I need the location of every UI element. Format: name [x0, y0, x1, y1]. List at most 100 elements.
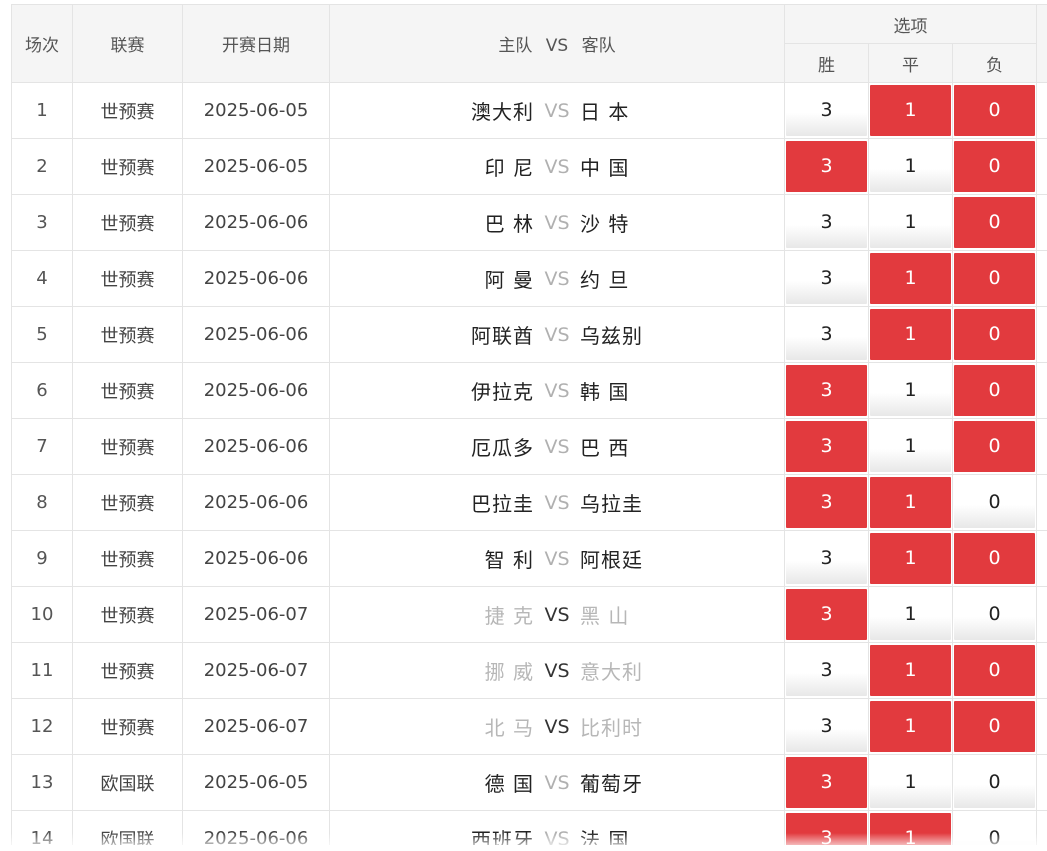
option-win-button[interactable]: 3: [786, 757, 867, 808]
away-team: 沙 特: [580, 212, 630, 236]
option-lose-button[interactable]: 0: [954, 421, 1036, 472]
option-lose-button[interactable]: 0: [954, 141, 1036, 192]
option-win-button[interactable]: 3: [786, 701, 867, 752]
match-date: 2025-06-05: [182, 754, 330, 811]
option-win-cell: 3: [784, 698, 869, 755]
option-draw-button[interactable]: 1: [870, 309, 951, 360]
match-league: 世预赛: [72, 250, 183, 307]
option-win-button[interactable]: 3: [786, 197, 867, 248]
option-draw-cell: 1: [868, 586, 953, 643]
option-lose-button[interactable]: 0: [954, 757, 1036, 808]
option-draw-button[interactable]: 1: [870, 645, 951, 696]
option-win-button[interactable]: 3: [786, 141, 867, 192]
vs-label: VS: [544, 659, 570, 682]
option-draw-button[interactable]: 1: [870, 421, 951, 472]
option-draw-button[interactable]: 1: [870, 701, 951, 752]
option-draw-button[interactable]: 1: [870, 197, 951, 248]
option-lose-button[interactable]: 0: [954, 309, 1036, 360]
option-win-button[interactable]: 3: [786, 85, 867, 136]
match-row: 9 世预赛 2025-06-06 智 利 VS 阿根廷 3 1 0: [11, 530, 1047, 587]
option-draw-cell: 1: [868, 530, 953, 587]
match-table: 场次 联赛 开赛日期 主队 VS 客队 选项 胜 平 负 1 世预赛 2025-06…: [11, 4, 1047, 845]
vs-label: VS: [544, 211, 570, 234]
match-league: 世预赛: [72, 530, 183, 587]
home-team: 澳大利: [471, 100, 534, 124]
match-date: 2025-06-06: [182, 194, 330, 251]
option-lose-button[interactable]: 0: [954, 365, 1036, 416]
option-draw-button[interactable]: 1: [870, 85, 951, 136]
option-draw-button[interactable]: 1: [870, 477, 951, 528]
option-lose-cell: 0: [951, 698, 1038, 755]
option-lose-button[interactable]: 0: [954, 533, 1036, 584]
option-win-button[interactable]: 3: [786, 813, 867, 845]
match-row: 3 世预赛 2025-06-06 巴 林 VS 沙 特310: [11, 194, 1047, 251]
option-lose-cell: 0: [951, 810, 1038, 845]
home-team: 巴拉圭: [471, 492, 534, 516]
option-lose-button[interactable]: 0: [954, 813, 1036, 845]
away-team: 韩 国: [580, 380, 630, 404]
option-draw-button[interactable]: 1: [870, 141, 951, 192]
match-league: 世预赛: [72, 586, 183, 643]
match-row: 8 世预赛 2025-06-06 巴拉圭 VS 乌拉圭 3 1 0: [11, 474, 1047, 531]
away-team: 葡萄牙: [580, 772, 643, 796]
option-draw-cell: 1: [868, 474, 953, 531]
away-team: 日 本: [580, 100, 630, 124]
option-draw-button[interactable]: 1: [870, 365, 951, 416]
option-win-cell: 3: [784, 810, 869, 845]
option-draw-button[interactable]: 1: [870, 813, 951, 845]
extra-cell: [1036, 474, 1047, 531]
option-draw-button[interactable]: 1: [870, 757, 951, 808]
option-win-button[interactable]: 3: [786, 421, 867, 472]
header-row: 场次 联赛 开赛日期 主队 VS 客队 选项: [11, 4, 1047, 83]
option-win-button[interactable]: 3: [786, 309, 867, 360]
home-team: 捷 克: [484, 604, 534, 628]
option-win-cell: 3: [784, 474, 869, 531]
option-win-button[interactable]: 3: [786, 645, 867, 696]
option-draw-button[interactable]: 1: [870, 589, 951, 640]
option-draw-button[interactable]: 1: [870, 253, 951, 304]
option-lose-cell: 0: [951, 530, 1038, 587]
vs-label: VS: [544, 771, 570, 794]
match-index: 13: [11, 754, 73, 811]
option-draw-cell: 1: [868, 642, 953, 699]
away-team: 巴 西: [580, 436, 630, 460]
option-win-cell: 3: [784, 530, 869, 587]
extra-cell: [1036, 698, 1047, 755]
home-team: 北 马: [484, 716, 534, 740]
match-date: 2025-06-06: [182, 362, 330, 419]
option-draw-cell: 1: [868, 754, 953, 811]
option-lose-button[interactable]: 0: [954, 645, 1036, 696]
match-league: 世预赛: [72, 82, 183, 139]
match-rows: 1 世预赛 2025-06-05 澳大利 VS 日 本 3 1 0 2 世预赛 2025-06-05 印…: [11, 82, 1047, 845]
match-teams: 德 国 VS 葡萄牙: [329, 754, 785, 811]
match-league: 世预赛: [72, 642, 183, 699]
option-win-button[interactable]: 3: [786, 589, 867, 640]
option-lose-button[interactable]: 0: [954, 701, 1036, 752]
match-teams: 西班牙 VS 法 国: [329, 810, 785, 845]
option-lose-button[interactable]: 0: [954, 197, 1036, 248]
option-draw-button[interactable]: 1: [870, 533, 951, 584]
option-lose-cell: 0: [951, 754, 1038, 811]
option-lose-button[interactable]: 0: [954, 253, 1036, 304]
match-date: 2025-06-06: [182, 530, 330, 587]
match-league: 世预赛: [72, 474, 183, 531]
option-lose-button[interactable]: 0: [954, 589, 1036, 640]
option-win-button[interactable]: 3: [786, 365, 867, 416]
option-win-button[interactable]: 3: [786, 533, 867, 584]
option-win-button[interactable]: 3: [786, 253, 867, 304]
match-index: 8: [11, 474, 73, 531]
match-date: 2025-06-06: [182, 810, 330, 845]
option-win-button[interactable]: 3: [786, 477, 867, 528]
header-index: 场次: [11, 4, 73, 83]
home-team: 德 国: [484, 772, 534, 796]
header-date: 开赛日期: [182, 4, 330, 83]
option-lose-button[interactable]: 0: [954, 85, 1036, 136]
option-lose-button[interactable]: 0: [954, 477, 1036, 528]
extra-cell: [1036, 810, 1047, 845]
match-index: 7: [11, 418, 73, 475]
extra-cell: [1036, 418, 1047, 475]
home-team: 阿联酋: [471, 324, 534, 348]
match-row: 7 世预赛 2025-06-06 厄瓜多 VS 巴 西 310: [11, 418, 1047, 475]
extra-cell: [1036, 754, 1047, 811]
vs-label: VS: [544, 435, 570, 458]
